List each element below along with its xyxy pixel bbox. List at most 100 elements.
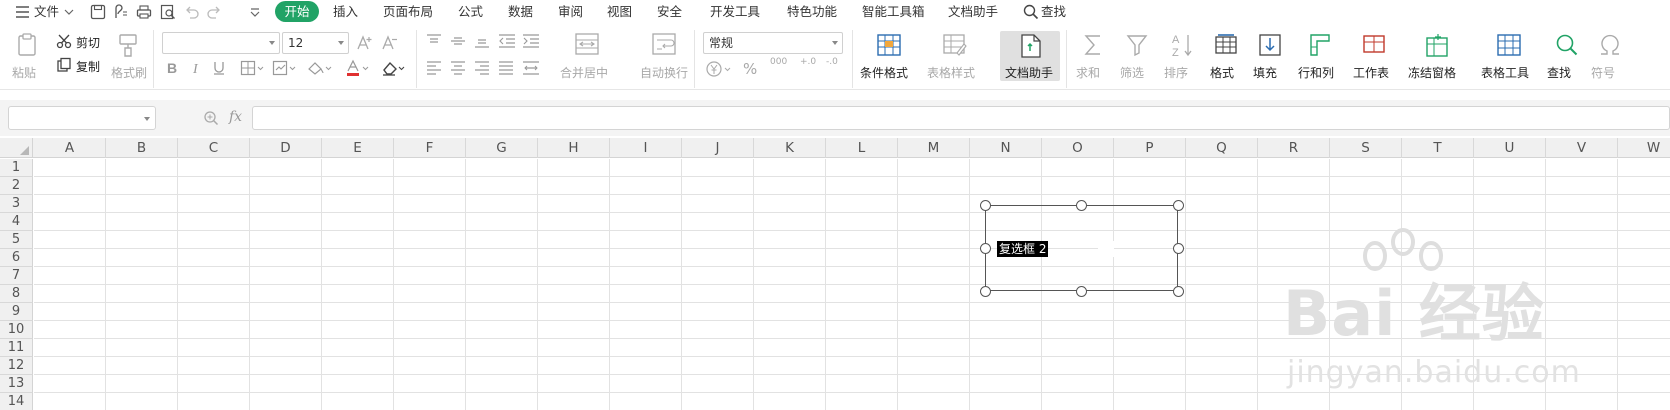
doc-assistant-button[interactable]: 文档助手 (1005, 64, 1053, 81)
column-header[interactable]: P (1114, 138, 1186, 158)
worksheet-icon[interactable] (1362, 33, 1386, 57)
column-header[interactable]: O (1042, 138, 1114, 158)
tab-special-features[interactable]: 特色功能 (787, 3, 837, 21)
tab-view[interactable]: 视图 (607, 3, 632, 21)
font-name-select[interactable] (162, 32, 280, 54)
symbol-button[interactable]: 符号 (1591, 64, 1615, 81)
tab-doc-assistant[interactable]: 文档助手 (948, 3, 998, 21)
resize-handle-top[interactable] (1076, 200, 1087, 211)
format-icon[interactable] (1214, 33, 1238, 57)
sum-button[interactable]: 求和 (1076, 64, 1100, 81)
chevron-down-icon[interactable] (60, 3, 74, 21)
zoom-formula-icon[interactable] (203, 110, 219, 126)
format-painter-label[interactable]: 格式刷 (111, 64, 147, 81)
row-column-icon[interactable] (1308, 33, 1332, 57)
select-all-button[interactable] (0, 138, 33, 158)
increase-font-size-icon[interactable] (356, 34, 374, 52)
sum-icon[interactable] (1082, 33, 1104, 57)
tab-insert[interactable]: 插入 (333, 3, 358, 21)
row-header[interactable]: 13 (0, 375, 33, 393)
column-header[interactable]: S (1330, 138, 1402, 158)
resize-handle-top-right[interactable] (1173, 200, 1184, 211)
row-column-button[interactable]: 行和列 (1298, 64, 1334, 81)
name-box[interactable] (8, 106, 156, 130)
justify-icon[interactable] (498, 61, 514, 75)
cell-style-icon[interactable] (272, 60, 296, 76)
column-header[interactable]: F (394, 138, 466, 158)
decrease-decimal-button[interactable]: -.0 (826, 57, 838, 67)
filter-button[interactable]: 筛选 (1120, 64, 1144, 81)
column-header[interactable]: I (610, 138, 682, 158)
row-header[interactable]: 11 (0, 339, 33, 357)
sort-button[interactable]: 排序 (1164, 64, 1188, 81)
tab-review[interactable]: 审阅 (558, 3, 583, 21)
tab-smart-toolbox[interactable]: 智能工具箱 (862, 3, 925, 21)
increase-decimal-button[interactable]: +.0 (800, 57, 816, 67)
fill-color-icon[interactable] (306, 60, 332, 76)
decrease-font-size-icon[interactable] (381, 34, 399, 52)
column-header[interactable]: H (538, 138, 610, 158)
column-header[interactable]: J (682, 138, 754, 158)
find-icon[interactable] (1554, 32, 1580, 58)
symbol-icon[interactable] (1597, 33, 1623, 57)
row-header[interactable]: 3 (0, 195, 33, 213)
column-header[interactable]: W (1618, 138, 1670, 158)
file-menu[interactable]: 文件 (34, 3, 59, 21)
hamburger-menu-icon[interactable] (14, 3, 32, 21)
wrap-text-button[interactable]: 自动换行 (640, 64, 688, 81)
column-header[interactable]: C (178, 138, 250, 158)
resize-handle-bottom-right[interactable] (1173, 286, 1184, 297)
tab-developer[interactable]: 开发工具 (710, 3, 760, 21)
align-center-icon[interactable] (450, 61, 466, 75)
customize-toolbar-icon[interactable] (246, 3, 260, 21)
print-icon[interactable] (135, 3, 153, 21)
table-tools-button[interactable]: 表格工具 (1481, 64, 1529, 81)
formula-input[interactable] (252, 106, 1670, 130)
column-header[interactable]: G (466, 138, 538, 158)
merge-center-icon[interactable] (574, 32, 600, 56)
column-header[interactable]: B (106, 138, 178, 158)
row-header[interactable]: 9 (0, 303, 33, 321)
increase-indent-icon[interactable] (522, 34, 540, 48)
number-format-select[interactable]: 常规 (703, 32, 843, 54)
freeze-panes-button[interactable]: 冻结窗格 (1408, 64, 1456, 81)
paste-icon[interactable] (16, 32, 40, 58)
column-header[interactable]: D (250, 138, 322, 158)
filter-icon[interactable] (1126, 33, 1148, 57)
row-header[interactable]: 6 (0, 249, 33, 267)
copy-label[interactable]: 复制 (76, 58, 100, 75)
currency-icon[interactable] (706, 60, 732, 78)
print-preview-icon[interactable] (159, 3, 177, 21)
row-header[interactable]: 14 (0, 393, 33, 410)
checkbox-label[interactable]: 复选框 2 (997, 241, 1049, 257)
undo-icon[interactable] (183, 3, 201, 21)
underline-icon[interactable] (212, 60, 226, 76)
cut-label[interactable]: 剪切 (76, 34, 100, 51)
resize-handle-bottom-left[interactable] (980, 286, 991, 297)
merge-center-button[interactable]: 合并居中 (560, 64, 608, 81)
column-header[interactable]: L (826, 138, 898, 158)
tab-formulas[interactable]: 公式 (458, 3, 483, 21)
column-header[interactable]: U (1474, 138, 1546, 158)
wrap-text-icon[interactable] (651, 32, 677, 56)
bold-icon[interactable]: B (166, 60, 180, 76)
column-header[interactable]: V (1546, 138, 1618, 158)
borders-icon[interactable] (240, 60, 264, 76)
format-button[interactable]: 格式 (1210, 64, 1234, 81)
cut-icon[interactable] (56, 33, 72, 49)
align-middle-icon[interactable] (450, 34, 466, 48)
worksheet-button[interactable]: 工作表 (1353, 64, 1389, 81)
row-header[interactable]: 10 (0, 321, 33, 339)
column-header[interactable]: M (898, 138, 970, 158)
conditional-format-icon[interactable] (876, 33, 902, 57)
paste-label[interactable]: 粘贴 (12, 64, 36, 81)
align-right-icon[interactable] (474, 61, 490, 75)
italic-icon[interactable]: I (190, 60, 204, 76)
table-tools-icon[interactable] (1496, 33, 1522, 57)
row-header[interactable]: 12 (0, 357, 33, 375)
font-size-select[interactable]: 12 (282, 32, 349, 54)
resize-handle-bottom[interactable] (1076, 286, 1087, 297)
fill-icon[interactable] (1258, 33, 1282, 57)
save-icon[interactable] (89, 3, 107, 21)
decrease-indent-icon[interactable] (498, 34, 516, 48)
